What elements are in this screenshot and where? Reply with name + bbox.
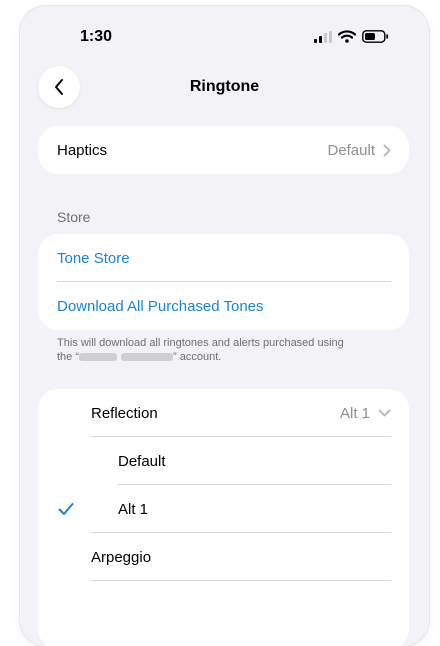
tone-group-row[interactable]: Reflection Alt 1 [38,389,409,437]
tone-store-link[interactable]: Tone Store [57,250,130,267]
checkmark-icon [58,503,74,515]
tone-row-default[interactable]: Default [38,437,409,485]
battery-icon [362,30,389,43]
download-all-purchased-tones-link[interactable]: Download All Purchased Tones [57,298,264,315]
tone-store-row[interactable]: Tone Store [38,234,409,282]
footnote-line-1: This will download all ringtones and ale… [57,337,344,349]
footnote-line-2: the “ ” account. [57,350,397,364]
tone-label: Default [118,452,166,470]
status-bar: 1:30 [20,6,429,58]
cellular-signal-icon [314,30,332,43]
haptics-row[interactable]: Haptics Default [38,126,409,174]
store-card: Tone Store Download All Purchased Tones [38,234,409,330]
haptics-value: Default [327,141,375,159]
haptics-value-group: Default [327,142,391,159]
store-section-header: Store [57,209,91,225]
phone-screen: 1:30 Ringtone Haptics Default Store Tone… [20,6,429,646]
chevron-down-icon [378,409,391,417]
haptics-label: Haptics [57,141,108,159]
footnote-suffix: ” account. [173,351,222,363]
tone-group-value: Alt 1 [339,404,370,422]
divider [91,580,391,581]
tones-card: Reflection Alt 1 Default Alt 1 Arpeggio [38,389,409,646]
tone-label: Alt 1 [118,500,149,518]
wifi-icon [338,30,356,43]
tone-row-arpeggio[interactable]: Arpeggio [38,533,409,581]
status-icons [314,30,389,43]
tone-group-label: Reflection [91,404,158,422]
download-all-row[interactable]: Download All Purchased Tones [38,282,409,330]
redacted-account-name [121,353,174,362]
footnote-prefix: the “ [57,351,80,363]
page-title: Ringtone [189,78,260,95]
chevron-right-icon [383,144,391,156]
tone-group-value-group: Alt 1 [340,405,391,422]
tone-row-alt-1[interactable]: Alt 1 [38,485,409,533]
redacted-account-name [79,353,118,362]
status-time: 1:30 [80,28,113,45]
haptics-card: Haptics Default [38,126,409,174]
navigation-bar: Ringtone [20,58,429,114]
store-footnote: This will download all ringtones and ale… [57,336,397,364]
tone-label: Arpeggio [91,548,152,566]
